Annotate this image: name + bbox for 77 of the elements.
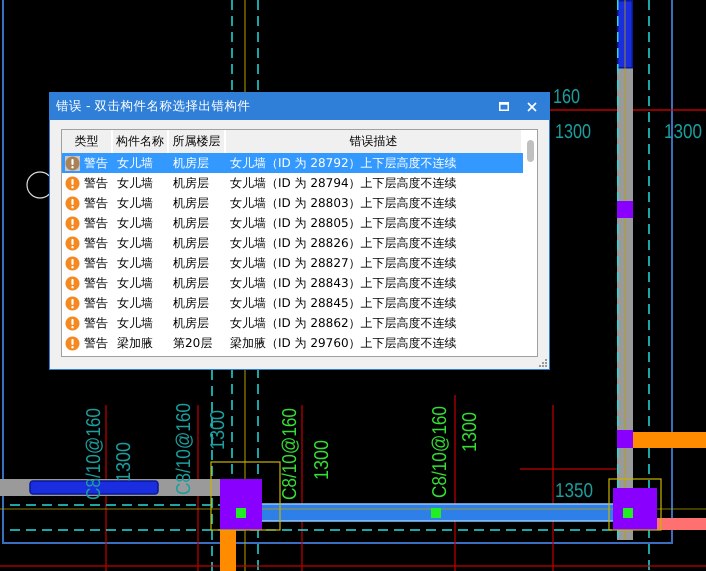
dimension-label: C8/10@160 [429,390,451,498]
component-name: 梁加腋 [116,334,154,352]
dimension-label: 1300 [311,436,333,480]
warning-icon [65,216,80,230]
type-text: 警告 [84,234,108,252]
grip-point [431,508,441,518]
type-text: 警告 [84,314,108,332]
component-name: 女儿墙 [116,154,154,172]
dimension-label: C8/10@160 [173,388,195,495]
dimension-label: 1300 [113,438,135,482]
dimension-label: 1300 [207,406,229,450]
type-text: 警告 [84,294,108,312]
component-name: 女儿墙 [116,294,154,312]
error-description: 女儿墙（ID 为 28845）上下层高度不连续 [229,294,458,312]
resize-grip-icon[interactable] [539,359,547,367]
grip-point [236,508,246,518]
floor-name: 机房层 [172,314,210,332]
warning-icon [65,176,80,190]
type-text: 警告 [84,214,108,232]
dimension-label: 1300 [555,121,600,143]
error-description: 女儿墙（ID 为 28803）上下层高度不连续 [229,194,458,212]
column-block [613,488,657,530]
floor-name: 机房层 [172,234,210,252]
error-description: 女儿墙（ID 为 28792）上下层高度不连续 [229,154,458,172]
warning-icon [65,296,80,310]
error-description: 女儿墙（ID 为 28805）上下层高度不连续 [229,214,458,232]
column-block [220,479,262,530]
component-name: 女儿墙 [116,194,154,212]
component-name: 女儿墙 [116,214,154,232]
warning-icon [65,256,80,270]
dimension-label: 1300 [459,408,481,452]
type-text: 警告 [84,154,108,172]
floor-name: 第20层 [172,334,214,352]
wall-segment [220,530,236,571]
floor-name: 机房层 [172,294,210,312]
error-description: 梁加腋（ID 为 29760）上下层高度不连续 [229,334,458,352]
component-name: 女儿墙 [116,314,154,332]
warning-icon [65,276,80,290]
error-description: 女儿墙（ID 为 28827）上下层高度不连续 [229,254,458,272]
window-title: 错误 - 双击构件名称选择出错构件 [56,98,252,115]
floor-name: 机房层 [172,254,210,272]
selection-outline [210,461,281,531]
close-icon [527,102,537,112]
scrollbar-thumb[interactable] [526,140,534,162]
floor-name: 机房层 [172,174,210,192]
dimension-label: 160 [553,86,586,108]
column-block [617,201,633,218]
selection-outline [608,478,662,531]
type-text: 警告 [84,254,108,272]
warning-icon [65,236,80,250]
type-text: 警告 [84,194,108,212]
component-name: 女儿墙 [116,274,154,292]
component-name: 女儿墙 [116,234,154,252]
component-name: 女儿墙 [116,254,154,272]
dimension-label: C8/10@160 [279,392,301,500]
floor-name: 机房层 [172,214,210,232]
component-name: 女儿墙 [116,174,154,192]
floor-name: 机房层 [172,274,210,292]
floor-name: 机房层 [172,154,210,172]
warning-icon [65,196,80,210]
type-text: 警告 [84,274,108,292]
warning-icon [65,316,80,330]
dimension-label: 1350 [555,480,600,502]
wall-segment [657,518,706,530]
column-block [617,430,633,448]
error-description: 女儿墙（ID 为 28794）上下层高度不连续 [229,174,458,192]
dimension-label: C8/10@160 [83,392,105,500]
error-description: 女儿墙（ID 为 28862）上下层高度不连续 [229,314,458,332]
warning-icon [65,336,80,350]
maximize-icon [499,102,509,111]
error-description: 女儿墙（ID 为 28843）上下层高度不连续 [229,274,458,292]
type-text: 警告 [84,334,108,352]
warning-icon [65,156,80,170]
error-description: 女儿墙（ID 为 28826）上下层高度不连续 [229,234,458,252]
floor-name: 机房层 [172,194,210,212]
type-text: 警告 [84,174,108,192]
grip-point [623,508,633,518]
